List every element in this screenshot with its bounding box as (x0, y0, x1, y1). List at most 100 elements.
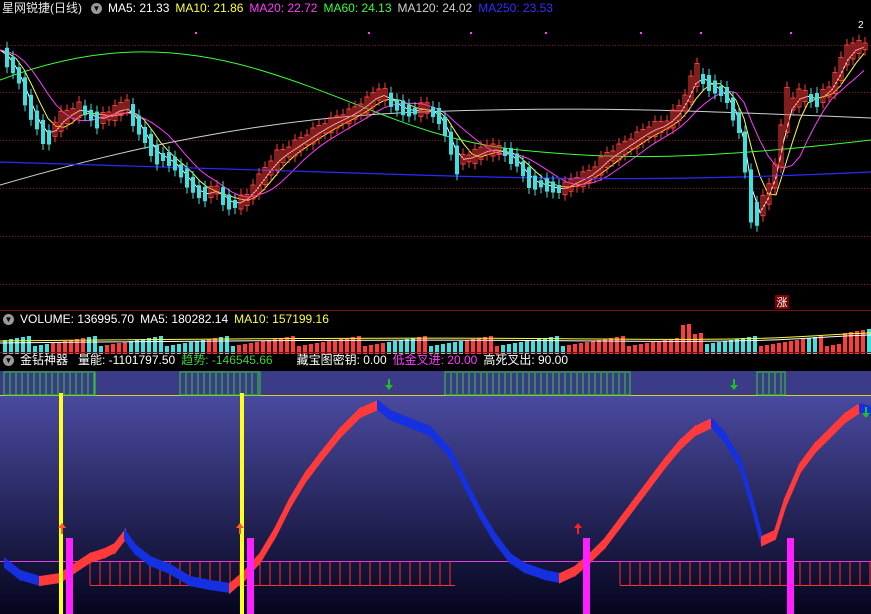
candle-body (161, 153, 165, 161)
candle-body (719, 86, 723, 96)
liangneng-label: 量能: -1101797.50 (78, 353, 176, 367)
candle-body (5, 47, 9, 68)
candle-body (701, 74, 705, 84)
candle-body (539, 180, 543, 188)
ribbon-segment (209, 579, 231, 594)
ma120-label: MA120: 24.02 (397, 1, 473, 15)
ma10-line (0, 49, 865, 201)
candle-body (173, 156, 177, 171)
price-panel-header: 星网锐捷(日线) ▼ MA5: 21.33 MA10: 21.86 MA20: … (0, 0, 553, 17)
candle-body (455, 145, 459, 175)
qushi-label: 趋势: -146545.66 (181, 353, 273, 367)
candle-body (137, 115, 141, 135)
collapse-icon[interactable]: ▼ (91, 3, 102, 14)
top-marker (700, 32, 702, 34)
volume-panel-header: ▼ VOLUME: 136995.70 MA5: 180282.14 MA10:… (0, 311, 329, 328)
candle-body (407, 104, 411, 117)
candle-body (437, 108, 441, 124)
candle-body (413, 107, 417, 115)
candle-body (203, 186, 207, 202)
candle-body (743, 131, 747, 173)
candle-body (551, 181, 555, 193)
indicator-collapse-icon[interactable]: ▼ (3, 355, 14, 366)
candle-body (521, 161, 525, 177)
candle-body (17, 67, 21, 84)
candle-body (23, 77, 27, 106)
candle-body (809, 94, 813, 102)
candle-body (227, 194, 231, 210)
candle-body (449, 131, 453, 155)
candle-body (149, 134, 153, 156)
candle-body (155, 145, 159, 165)
volume-collapse-icon[interactable]: ▼ (3, 314, 14, 325)
candle-body (725, 87, 729, 103)
dijin-label: 低金叉进: 20.00 (392, 353, 478, 367)
volume-bar (693, 334, 697, 354)
ribbon-segment (544, 569, 561, 584)
candle-body (557, 185, 561, 193)
candle-body (755, 201, 759, 226)
stock-title[interactable]: 星网锐捷(日线) (2, 0, 82, 17)
ma10-label: MA10: 21.86 (175, 1, 244, 15)
price-chart[interactable]: 涨 2 (0, 0, 871, 310)
candle-body (221, 187, 225, 205)
mijue-label: 藏宝图密钥: 0.00 (296, 353, 387, 367)
top-marker (470, 32, 472, 34)
candle-body (41, 120, 45, 144)
ma60-label: MA60: 24.13 (323, 1, 392, 15)
candle-body (515, 153, 519, 167)
top-marker (195, 32, 197, 34)
candle-body (197, 185, 201, 198)
indicator-panel-header: ▼ 金钻神器 量能: -1101797.50 趋势: -146545.66 藏宝… (0, 352, 568, 369)
ma5-label: MA5: 21.33 (108, 1, 170, 15)
candle-body (29, 94, 33, 120)
candle-body (131, 104, 135, 126)
ma5-line (0, 46, 865, 214)
volume-bar (855, 331, 859, 354)
candle-body (233, 200, 237, 208)
volume-ma10-label: MA10: 157199.16 (234, 312, 329, 326)
magenta-signal-bar (583, 538, 590, 614)
magenta-signal-bar (787, 538, 794, 614)
candle-body (737, 113, 741, 133)
indicator-chart-svg (0, 371, 871, 614)
candle-body (443, 116, 447, 137)
ma20-label: MA20: 22.72 (249, 1, 318, 15)
ribbon-segment (39, 572, 61, 587)
gaosi-label: 高死叉出: 90.00 (483, 353, 569, 367)
magenta-signal-bar (247, 538, 254, 614)
candle-body (401, 100, 405, 116)
top-marker (545, 32, 547, 34)
indicator-panel[interactable] (0, 352, 871, 614)
corner-label: 2 (858, 20, 864, 31)
candle-body (179, 164, 183, 178)
price-grid (0, 45, 871, 285)
candle-body (389, 92, 393, 107)
volume-bar (699, 333, 703, 354)
candle-body (533, 175, 537, 190)
ma250-line (0, 161, 871, 180)
candle-body (395, 99, 399, 111)
candle-body (83, 105, 87, 116)
candle-body (503, 148, 507, 156)
candle-body (431, 107, 435, 117)
indicator-name: 金钻神器 (20, 353, 69, 367)
candle-body (509, 148, 513, 164)
top-markers (195, 32, 792, 34)
candle-body (731, 97, 735, 121)
candle-body (191, 176, 195, 193)
volume-label: VOLUME: 136995.70 (20, 312, 135, 326)
candle-body (35, 110, 39, 130)
candle-body (545, 178, 549, 192)
candle-body (527, 167, 531, 188)
candle-body (713, 80, 717, 94)
top-marker (790, 32, 792, 34)
zhang-tag: 涨 (775, 295, 789, 309)
candle-body (815, 93, 819, 107)
candle-body (167, 152, 171, 166)
candle-body (47, 130, 51, 145)
volume-ma5-label: MA5: 180282.14 (140, 312, 229, 326)
volume-ma10-line (0, 332, 871, 342)
top-marker (640, 32, 642, 34)
yellow-signal-bar (59, 393, 63, 614)
